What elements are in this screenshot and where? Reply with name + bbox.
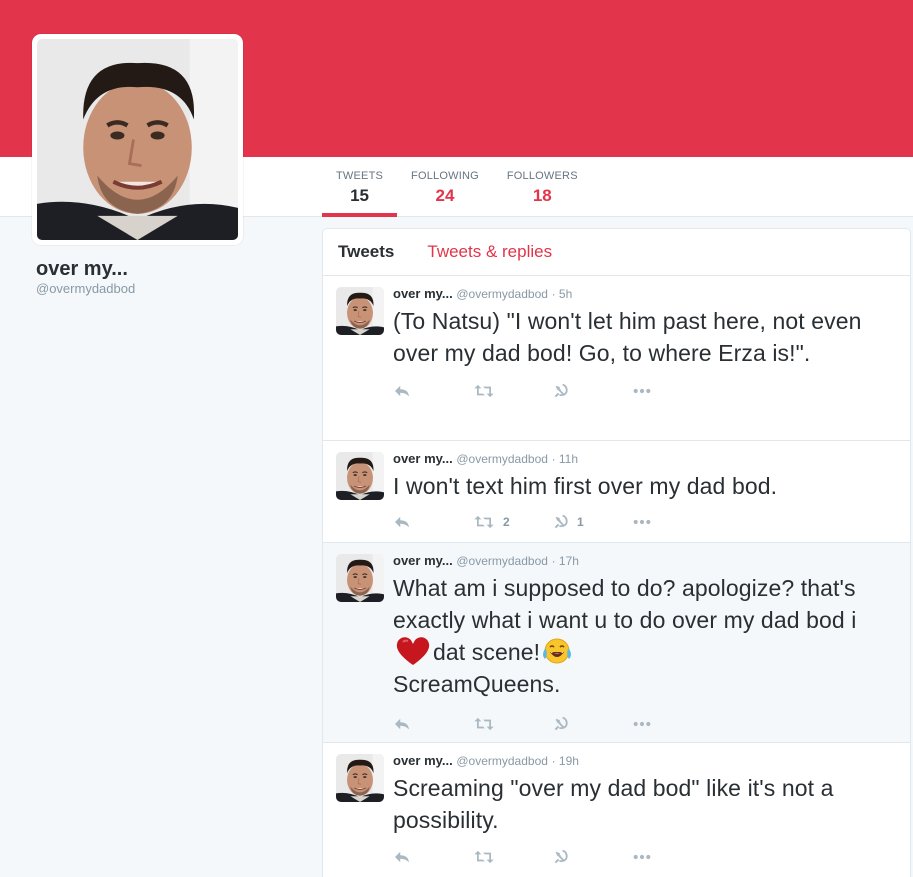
tweet-timestamp[interactable]: · 5h: [552, 287, 573, 301]
tweet[interactable]: over my... @overmydadbod · 11h I won't t…: [323, 441, 910, 543]
retweet-button[interactable]: [473, 717, 553, 731]
more-button[interactable]: [633, 854, 651, 860]
tweet-text: What am i supposed to do? apologize? tha…: [393, 572, 895, 700]
stat-value: 18: [532, 186, 552, 205]
more-icon: [633, 721, 651, 727]
retweet-button[interactable]: 2: [473, 515, 553, 529]
laughing-crying-emoji-icon: [543, 638, 572, 664]
reply-button[interactable]: [393, 384, 473, 398]
retweet-count: 2: [503, 515, 510, 529]
more-button[interactable]: [633, 519, 651, 525]
tweet-header: over my... @overmydadbod · 11h: [393, 451, 895, 467]
profile-name[interactable]: over my...: [36, 258, 128, 281]
reply-icon: [393, 717, 411, 731]
like-count: 1: [577, 515, 584, 529]
tweet-text: I won't text him first over my dad bod.: [393, 473, 778, 499]
hammer-sickle-icon: [553, 716, 569, 732]
tweet-actions: [393, 844, 895, 870]
tweet-author-handle[interactable]: @overmydadbod: [456, 287, 548, 301]
tweet-header: over my... @overmydadbod · 17h: [393, 553, 895, 569]
more-icon: [633, 388, 651, 394]
stat-followers[interactable]: FOLLOWERS 18: [493, 157, 592, 217]
tweet-text-part: What am i supposed to do? apologize? tha…: [393, 575, 857, 633]
tweet[interactable]: over my... @overmydadbod · 19h Screaming…: [323, 743, 910, 877]
retweet-icon: [473, 384, 495, 398]
more-button[interactable]: [633, 721, 651, 727]
more-icon: [633, 519, 651, 525]
tweet-header: over my... @overmydadbod · 5h: [393, 286, 895, 302]
avatar-image: [37, 39, 238, 240]
tweet-author-handle[interactable]: @overmydadbod: [456, 754, 548, 768]
hammer-sickle-icon: [553, 383, 569, 399]
tweet[interactable]: over my... @overmydadbod · 5h (To Natsu)…: [323, 276, 910, 441]
like-button[interactable]: [553, 849, 633, 865]
retweet-icon: [473, 850, 495, 864]
hammer-sickle-icon: [553, 514, 569, 530]
avatar[interactable]: [336, 554, 384, 602]
tweet-text-part: dat scene!: [433, 639, 541, 665]
retweet-button[interactable]: [473, 384, 553, 398]
tweet-actions: 2 1: [393, 509, 895, 535]
reply-icon: [393, 384, 411, 398]
reply-icon: [393, 850, 411, 864]
profile-stats: TWEETS 15 FOLLOWING 24 FOLLOWERS 18: [322, 157, 592, 217]
tweet-text: (To Natsu) "I won't let him past here, n…: [393, 308, 862, 366]
tweet-author-name[interactable]: over my...: [393, 553, 453, 568]
like-button[interactable]: [553, 716, 633, 732]
heart-emoji-icon: [396, 637, 430, 665]
profile-avatar[interactable]: [32, 34, 243, 245]
reply-button[interactable]: [393, 515, 473, 529]
reply-icon: [393, 515, 411, 529]
tweet[interactable]: over my... @overmydadbod · 17h What am i…: [323, 543, 910, 743]
retweet-button[interactable]: [473, 850, 553, 864]
reply-button[interactable]: [393, 850, 473, 864]
tweet-actions: [393, 711, 895, 737]
tweet-text-part: ScreamQueens.: [393, 671, 561, 697]
stat-following[interactable]: FOLLOWING 24: [397, 157, 493, 217]
more-button[interactable]: [633, 388, 651, 394]
tweet-text: Screaming "over my dad bod" like it's no…: [393, 775, 834, 833]
stat-value: 15: [350, 186, 369, 205]
stat-value: 24: [435, 186, 455, 205]
tweet-timestamp[interactable]: · 19h: [552, 754, 579, 768]
tab-tweets[interactable]: Tweets: [338, 242, 394, 262]
tweet-author-handle[interactable]: @overmydadbod: [456, 554, 548, 568]
tweet-author-handle[interactable]: @overmydadbod: [456, 452, 548, 466]
timeline-tabs: Tweets Tweets & replies: [323, 229, 910, 276]
avatar[interactable]: [336, 452, 384, 500]
avatar[interactable]: [336, 754, 384, 802]
retweet-icon: [473, 515, 495, 529]
tab-tweets-replies[interactable]: Tweets & replies: [427, 242, 552, 262]
stat-label: TWEETS: [336, 170, 384, 182]
stat-label: FOLLOWERS: [506, 170, 578, 182]
like-button[interactable]: 1: [553, 514, 633, 530]
reply-button[interactable]: [393, 717, 473, 731]
avatar[interactable]: [336, 287, 384, 335]
stat-label: FOLLOWING: [411, 170, 479, 182]
profile-handle[interactable]: @overmydadbod: [36, 281, 135, 296]
retweet-icon: [473, 717, 495, 731]
more-icon: [633, 854, 651, 860]
tweet-author-name[interactable]: over my...: [393, 753, 453, 768]
tweet-header: over my... @overmydadbod · 19h: [393, 753, 895, 769]
stat-tweets[interactable]: TWEETS 15: [322, 157, 398, 217]
tweet-author-name[interactable]: over my...: [393, 451, 453, 466]
timeline: Tweets Tweets & replies over my... @over…: [322, 228, 911, 877]
hammer-sickle-icon: [553, 849, 569, 865]
tweet-author-name[interactable]: over my...: [393, 286, 453, 301]
like-button[interactable]: [553, 383, 633, 399]
tweet-timestamp[interactable]: · 11h: [552, 452, 578, 466]
tweet-actions: [393, 378, 895, 404]
tweet-timestamp[interactable]: · 17h: [552, 554, 579, 568]
